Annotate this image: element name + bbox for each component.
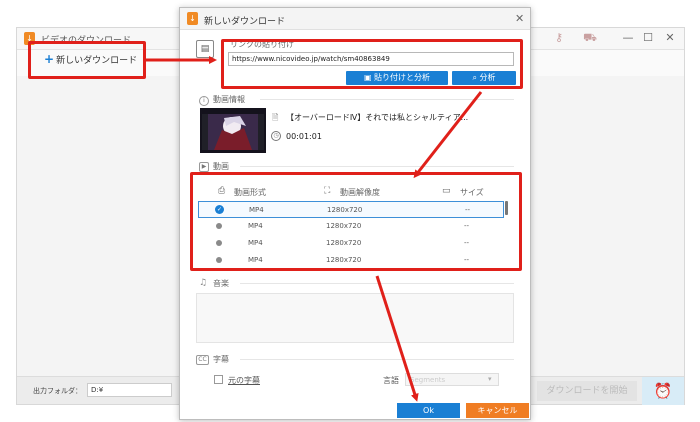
clock-icon: ◷ [271,131,281,141]
video-title: 【オーバーロードⅣ】それでは私とシャルティア... [286,113,469,122]
minimize-button[interactable]: — [621,31,635,45]
dialog-title-bar: ↓ 新しいダウンロード ✕ [180,8,530,30]
original-subtitle-label: 元の字幕 [228,376,260,385]
audio-divider [240,283,514,284]
video-divider [240,166,514,167]
audio-section-label: 音楽 [213,279,229,288]
cc-icon: CC [196,355,209,365]
dialog-title: 新しいダウンロード [204,17,286,27]
document-icon: 🗎 [272,113,279,122]
music-icon: ♫ [199,278,208,288]
video-duration: 00:01:01 [286,132,322,141]
original-subtitle-checkbox[interactable] [214,375,223,384]
cart-icon[interactable]: ⛟ [583,31,597,45]
video-section-label: 動画 [213,162,229,171]
language-label: 言語 [383,376,399,385]
video-thumbnail [200,108,266,153]
chevron-down-icon: ▾ [488,375,492,383]
highlight-format-list [190,172,522,271]
download-all-button[interactable]: ダウンロードを開始 [537,381,637,401]
highlight-new-download [28,41,146,79]
alarm-icon[interactable]: ⏰ [642,377,684,405]
audio-list [196,293,514,343]
cancel-button[interactable]: キャンセル [466,403,529,418]
dialog-close-button[interactable]: ✕ [515,12,524,25]
ok-button[interactable]: Ok [397,403,460,418]
film-icon: ▶ [199,162,209,172]
maximize-button[interactable]: ☐ [641,31,655,45]
language-select[interactable]: Segments ▾ [405,373,499,386]
highlight-link-section [221,39,523,89]
close-button[interactable]: ✕ [663,31,677,45]
key-icon[interactable]: ⚷ [552,31,566,45]
info-icon: i [199,96,209,106]
info-section-label: 動画情報 [213,95,245,104]
subtitle-section-label: 字幕 [213,355,229,364]
language-placeholder: Segments [410,376,446,384]
output-folder-field[interactable]: D:¥ [87,383,172,397]
subtitle-divider [240,359,514,360]
dialog-app-icon: ↓ [187,12,198,25]
output-folder-label: 出力フォルダ： [33,387,82,395]
info-divider [260,99,514,100]
clipboard-icon: ▤ [196,40,214,58]
